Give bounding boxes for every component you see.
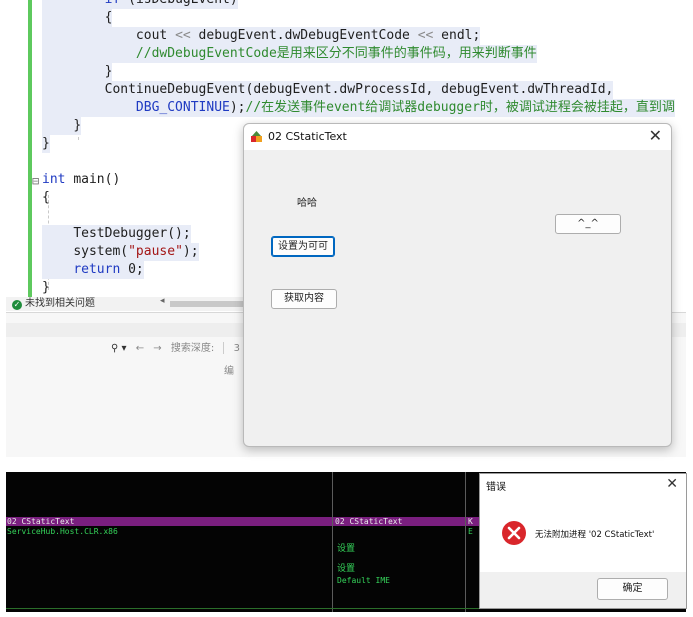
code-token: //在发送事件event给调试器debugger时，被调试进程会被挂起，直到调 — [245, 100, 675, 115]
get-content-button[interactable]: 获取内容 — [271, 289, 337, 309]
scrollbar-thumb[interactable] — [170, 301, 245, 307]
window-title-cell: 设置 — [337, 544, 356, 554]
code-token: ContinueDebugEvent(debugEvent.dwProcessI… — [104, 82, 614, 97]
column-header: 编 — [224, 366, 234, 377]
issues-status-text: 未找到相关问题 — [25, 298, 95, 309]
column-divider — [332, 472, 333, 612]
dialog-title: 02 CStaticText — [268, 130, 347, 143]
code-token: } — [42, 136, 50, 151]
ok-button[interactable]: 确定 — [597, 578, 668, 600]
code-token: if — [105, 0, 128, 7]
type-cell: K — [468, 517, 473, 526]
type-cell: E — [468, 527, 473, 536]
search-toolbar: ⚲ ▾ ← → 搜索深度: 3 — [111, 341, 246, 357]
code-token: DBG_CONTINUE — [135, 100, 230, 115]
window-title-cell: 设置 — [337, 564, 356, 574]
code-line[interactable]: return 0; — [42, 261, 144, 279]
code-line[interactable]: int main() — [42, 171, 120, 189]
window-title-cell: Default IME — [337, 576, 390, 585]
code-line[interactable]: TestDebugger(); — [42, 225, 191, 243]
static-text-label: 哈哈 — [297, 198, 317, 209]
code-token: ( — [128, 0, 136, 7]
code-line[interactable]: } — [42, 63, 113, 81]
change-tracking-bar — [28, 0, 32, 300]
code-token: { — [42, 190, 50, 205]
code-line[interactable]: system("pause"); — [42, 243, 199, 261]
back-arrow-icon[interactable]: ← — [136, 343, 144, 354]
dialog-titlebar[interactable]: 02 CStaticText ✕ — [244, 124, 671, 150]
error-dialog: 错误 ✕ 无法附加进程 '02 CStaticText' 确定 — [479, 473, 687, 609]
code-token: { — [104, 10, 113, 25]
search-depth-value[interactable]: 3 — [234, 343, 240, 354]
code-token: ) — [230, 0, 238, 7]
code-token: main() — [73, 172, 121, 187]
code-line[interactable]: //dwDebugEventCode是用来区分不同事件的事件码，用来判断事件 — [42, 45, 537, 63]
code-line[interactable]: { — [42, 189, 50, 207]
check-icon: ✓ — [12, 300, 22, 310]
code-token: return — [73, 262, 129, 277]
search-icon[interactable]: ⚲ ▾ — [111, 343, 127, 354]
scroll-left-icon[interactable]: ◂ — [160, 296, 165, 306]
window-title-cell: 02 CStaticText — [335, 517, 403, 526]
process-name: ServiceHub.Host.CLR.x86 — [7, 527, 118, 536]
code-token: //dwDebugEventCode是用来区分不同事件的事件码，用来判断事件 — [135, 46, 537, 61]
code-token: "pause" — [128, 244, 183, 259]
code-line[interactable]: } — [42, 117, 82, 135]
code-token: ); — [229, 100, 246, 115]
code-token: } — [42, 280, 50, 295]
close-icon[interactable]: ✕ — [649, 127, 662, 145]
close-icon[interactable]: ✕ — [666, 476, 678, 492]
app-icon — [251, 131, 262, 142]
error-dialog-title: 错误 — [486, 482, 506, 493]
code-token: isDebugEvent — [136, 0, 230, 7]
column-divider — [465, 472, 466, 612]
code-token: debugEvent.dwDebugEventCode — [190, 28, 418, 43]
code-line[interactable]: } — [42, 279, 50, 297]
collapse-toggle-icon[interactable]: ⊟ — [32, 174, 39, 188]
code-token: 0; — [128, 262, 144, 277]
error-message: 无法附加进程 '02 CStaticText' — [535, 530, 655, 540]
process-name: 02 CStaticText — [7, 517, 75, 526]
code-token: system( — [73, 244, 129, 259]
code-token: TestDebugger(); — [73, 226, 191, 241]
code-token: ); — [182, 244, 199, 259]
error-icon — [502, 521, 526, 545]
code-token: int — [42, 172, 74, 187]
code-token: cout — [135, 28, 176, 43]
code-token: } — [104, 64, 113, 79]
code-line[interactable]: ContinueDebugEvent(debugEvent.dwProcessI… — [42, 81, 614, 99]
code-line[interactable]: DBG_CONTINUE);//在发送事件event给调试器debugger时，… — [42, 99, 675, 117]
code-token: endl; — [433, 28, 481, 43]
cstatictext-dialog: 02 CStaticText ✕ 哈哈 设置为可可 获取内容 ^_^ — [243, 123, 672, 447]
code-token: } — [73, 118, 82, 133]
code-line[interactable]: { — [42, 9, 113, 27]
search-depth-label: 搜索深度: — [170, 343, 215, 354]
horizontal-scrollbar[interactable]: ◂ — [160, 296, 245, 309]
code-token: << — [175, 28, 191, 43]
code-line[interactable]: if (isDebugEvent) — [42, 0, 238, 9]
divider — [223, 342, 225, 354]
forward-arrow-icon[interactable]: → — [153, 343, 161, 354]
code-line[interactable]: cout << debugEvent.dwDebugEventCode << e… — [42, 27, 481, 45]
code-token: << — [417, 28, 434, 43]
error-dialog-titlebar[interactable]: 错误 ✕ — [480, 474, 686, 496]
code-line[interactable]: } — [42, 135, 50, 153]
error-dialog-body: 无法附加进程 '02 CStaticText' — [480, 496, 686, 572]
set-clickable-button[interactable]: 设置为可可 — [271, 236, 335, 257]
emoticon-button[interactable]: ^_^ — [555, 214, 621, 234]
